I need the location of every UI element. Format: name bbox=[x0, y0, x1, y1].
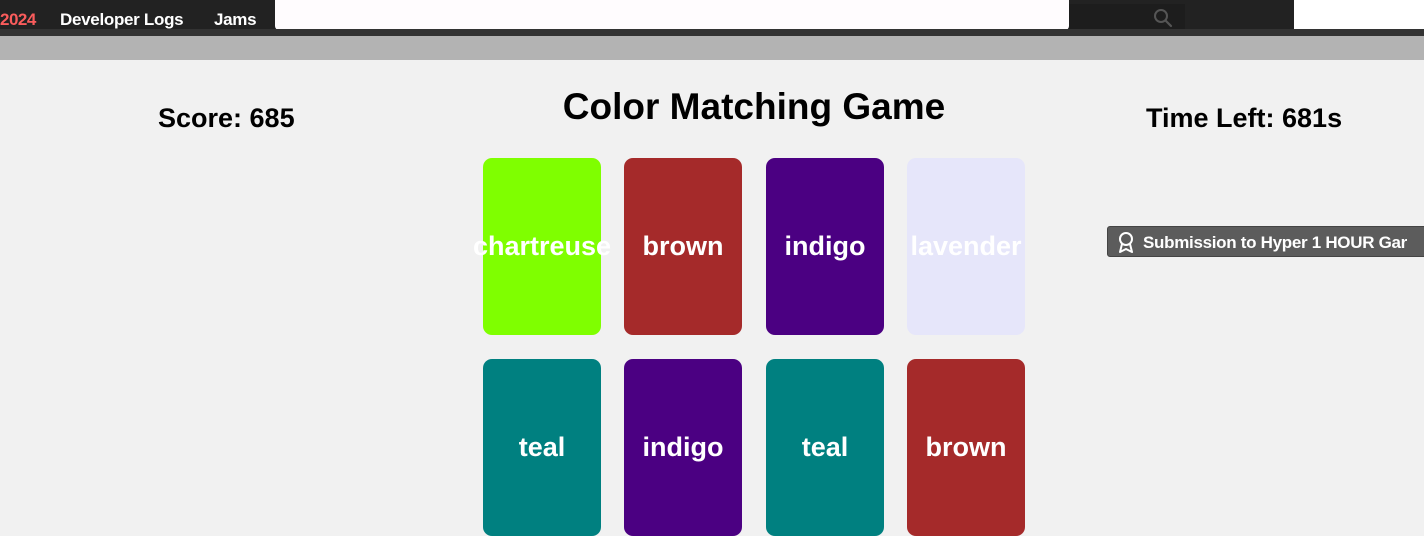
nav-year-link[interactable]: 2024 bbox=[0, 10, 36, 30]
game-frame-header-bar bbox=[0, 36, 1424, 60]
jam-submission-badge[interactable]: Submission to Hyper 1 HOUR Gar bbox=[1107, 226, 1424, 257]
color-card[interactable]: chartreuse bbox=[473, 158, 611, 335]
color-card[interactable]: indigo bbox=[624, 359, 742, 536]
top-navigation-bar: 2024 Developer Logs Jams bbox=[0, 0, 1424, 30]
color-card[interactable]: indigo bbox=[766, 158, 884, 335]
nav-divider bbox=[0, 29, 1424, 36]
badge-label: Submission to Hyper 1 HOUR Gar bbox=[1143, 233, 1407, 252]
search-icon bbox=[1154, 9, 1173, 28]
award-ribbon-icon bbox=[1119, 232, 1133, 253]
header-right-panel bbox=[1294, 0, 1424, 29]
color-card[interactable]: brown bbox=[907, 359, 1025, 536]
color-card[interactable]: teal bbox=[766, 359, 884, 536]
time-left-display: Time Left: 681s bbox=[1146, 103, 1343, 133]
nav-link-jams[interactable]: Jams bbox=[214, 10, 257, 30]
color-card[interactable]: lavender bbox=[907, 158, 1025, 335]
color-card[interactable]: brown bbox=[624, 158, 742, 335]
color-card[interactable]: teal bbox=[483, 359, 601, 536]
search-button[interactable] bbox=[1069, 4, 1185, 30]
search-input[interactable] bbox=[275, 0, 1069, 30]
nav-link-developer-logs[interactable]: Developer Logs bbox=[60, 10, 184, 30]
